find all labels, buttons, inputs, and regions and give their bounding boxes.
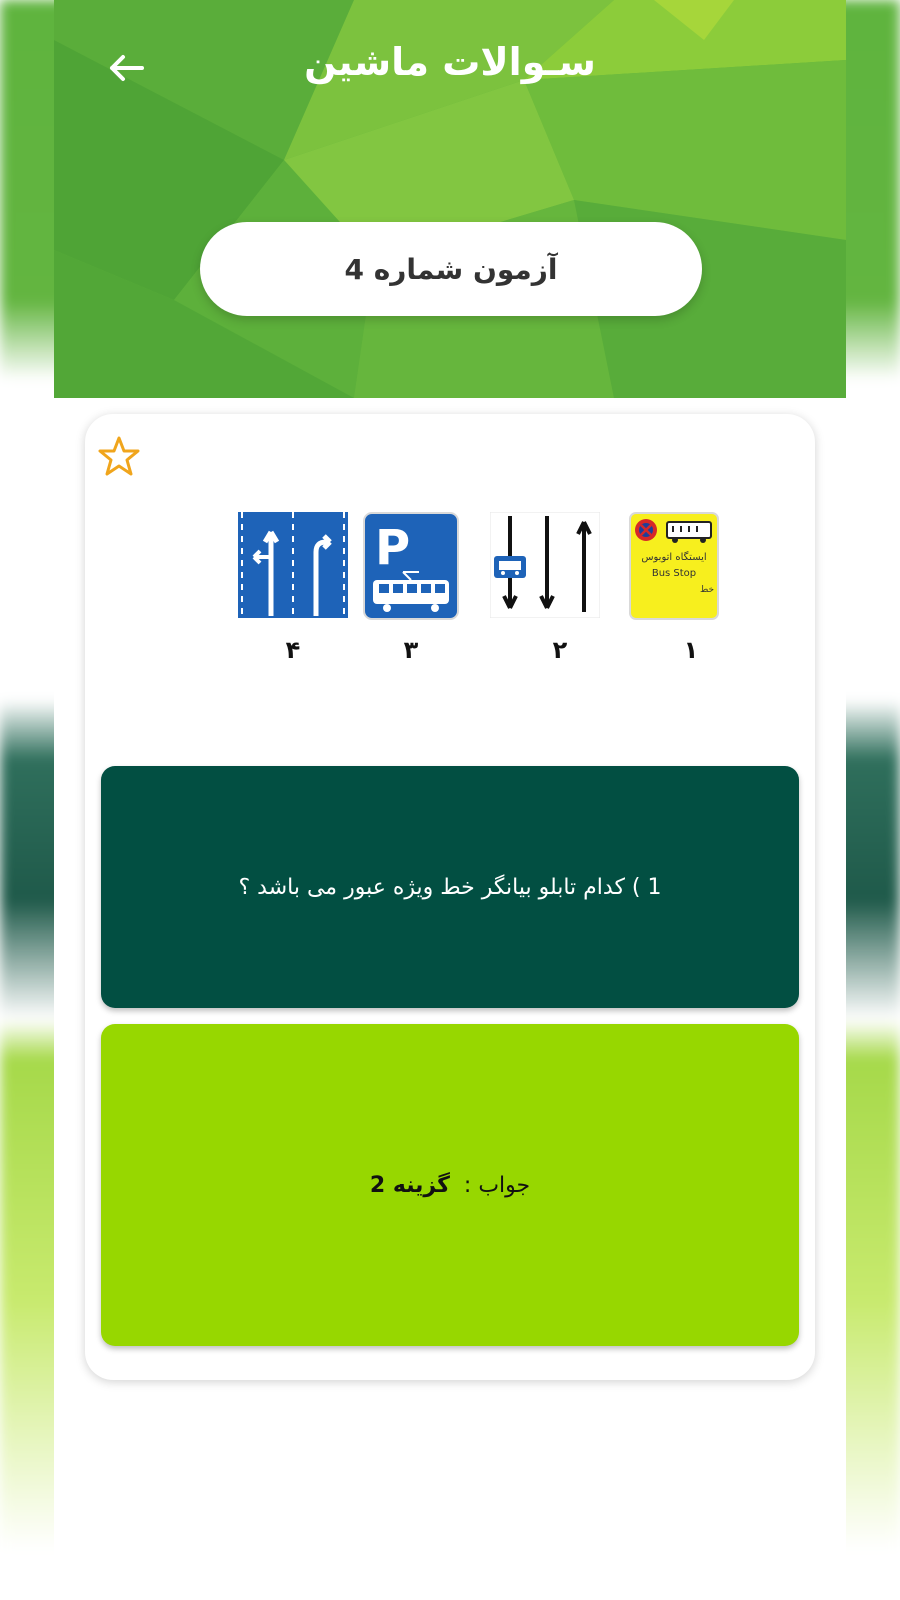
question-text: 1 ) کدام تابلو بیانگر خط ویژه عبور می با… [238, 874, 662, 900]
sign-number-4: ۴ [285, 636, 301, 664]
sign-number-2: ۲ [552, 636, 568, 664]
bus-stop-sign: ایستگاه اتوبوس Bus Stop خط [629, 512, 719, 620]
question-card: P ایستگاه اتوبوس Bus Stop خط ۱ ۲ ۳ ۴ 1)… [85, 414, 815, 1380]
answer-box[interactable]: جواب : گزینه 2 [101, 1024, 799, 1346]
bus-stop-line-label: خط [700, 585, 714, 595]
app-title: سـوالات ماشین [304, 40, 596, 84]
svg-text:P: P [375, 520, 410, 576]
sign-options: P ایستگاه اتوبوس Bus Stop خط ۱ ۲ ۳ ۴ [85, 414, 815, 714]
answer-value: گزینه 2 [369, 1172, 450, 1198]
answer-label: جواب : [463, 1172, 531, 1198]
sign-number-3: ۳ [403, 636, 419, 664]
bus-stop-english-label: Bus Stop [652, 568, 696, 579]
lane-arrows-sign [238, 512, 348, 618]
tram-parking-sign: P [363, 512, 459, 620]
question-box: 1 ) کدام تابلو بیانگر خط ویژه عبور می با… [101, 766, 799, 1008]
app-screen: سـوالات ماشین آزمون شماره 4 P ایستگاه ات… [54, 0, 846, 1600]
exam-title-pill: آزمون شماره 4 [200, 222, 702, 316]
bus-stop-persian-label: ایستگاه اتوبوس [641, 551, 706, 563]
bus-lane-sign [490, 512, 600, 618]
header: سـوالات ماشین آزمون شماره 4 [54, 0, 846, 398]
sign-number-1: ۱ [683, 636, 699, 664]
